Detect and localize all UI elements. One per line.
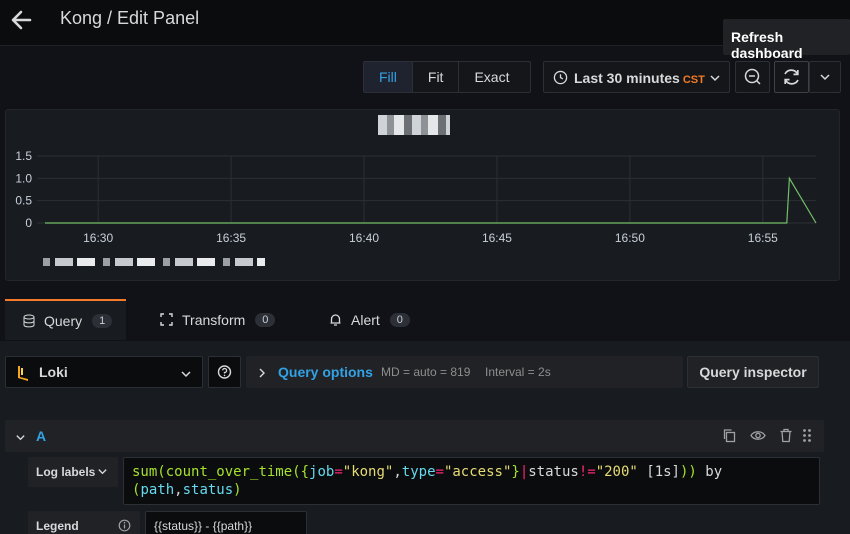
- datasource-name: Loki: [39, 364, 68, 380]
- question-circle-icon: [217, 365, 232, 379]
- y-tick-label: 0.5: [15, 194, 32, 208]
- help-button[interactable]: [208, 356, 241, 388]
- tab-alert-label: Alert: [351, 311, 380, 328]
- database-icon: [23, 314, 35, 327]
- page-title: Kong / Edit Panel: [60, 8, 200, 28]
- tab-transform-count: 0: [255, 312, 276, 327]
- clock-icon: [553, 70, 568, 88]
- back-arrow-icon[interactable]: [8, 6, 36, 34]
- tab-query[interactable]: Query 1: [5, 299, 126, 340]
- tab-alert-count: 0: [389, 312, 410, 327]
- legend-label-text: Legend: [36, 519, 79, 533]
- timezone-label: CST: [682, 74, 705, 86]
- drag-handle-icon[interactable]: [802, 428, 812, 446]
- y-tick-label: 1.0: [15, 171, 32, 185]
- view-mode-fit[interactable]: Fit: [413, 62, 460, 92]
- tab-query-label: Query: [44, 312, 83, 329]
- view-mode-exact[interactable]: Exact: [459, 62, 524, 92]
- datasource-picker[interactable]: Loki: [5, 356, 203, 388]
- x-tick-label: 16:55: [748, 231, 778, 245]
- x-tick-label: 16:45: [482, 231, 512, 245]
- x-tick-label: 16:35: [216, 231, 246, 245]
- chevron-down-icon: [180, 367, 192, 383]
- query-ref-id: A: [36, 428, 47, 444]
- chevron-down-icon: [820, 74, 830, 81]
- tab-alert[interactable]: Alert 0: [328, 299, 410, 340]
- refresh-interval-dropdown[interactable]: [809, 61, 841, 93]
- legend-redacted: [43, 258, 265, 266]
- duplicate-query-icon[interactable]: [722, 428, 737, 446]
- legend-format-input[interactable]: {{status}} - {{path}}: [145, 511, 307, 534]
- info-icon: [118, 519, 131, 534]
- x-tick-label: 16:50: [615, 231, 645, 245]
- tab-transform[interactable]: Transform 0: [159, 299, 276, 340]
- refresh-icon: [784, 69, 799, 85]
- trash-icon[interactable]: [779, 428, 793, 446]
- chevron-right-icon: [257, 366, 267, 382]
- y-tick-label: 1.5: [15, 149, 32, 163]
- panel-preview: 0 0.5 1.0 1.5 16:30 16:35 16:40 16:45 16:50 16:55: [5, 109, 840, 281]
- interval-info: Interval = 2s: [485, 365, 551, 379]
- query-inspector-button[interactable]: Query inspector: [687, 356, 819, 388]
- chevron-down-icon: [709, 71, 721, 87]
- zoom-out-icon: [744, 68, 761, 85]
- chevron-down-icon: [97, 466, 108, 480]
- x-tick-label: 16:30: [83, 231, 113, 245]
- tab-query-count: 1: [92, 313, 113, 328]
- legend-field-label: Legend: [28, 511, 140, 534]
- max-datapoints-info: MD = auto = 819: [381, 365, 471, 379]
- logql-query-editor[interactable]: sum(count_over_time({job="kong",type="ac…: [123, 457, 820, 505]
- loki-logo-icon: [15, 364, 31, 385]
- time-series-chart: 0 0.5 1.0 1.5 16:30 16:35 16:40 16:45 16:50 16:55: [15, 149, 817, 245]
- zoom-out-button[interactable]: [735, 61, 770, 93]
- tab-transform-label: Transform: [182, 311, 246, 328]
- time-range-label: Last 30 minutes: [574, 70, 680, 86]
- transform-icon: [160, 313, 173, 326]
- view-mode-fill[interactable]: Fill: [364, 62, 413, 92]
- log-labels-button[interactable]: Log labels: [28, 457, 118, 487]
- query-options-toggle[interactable]: Query options MD = auto = 819 Interval =…: [246, 356, 683, 388]
- x-tick-label: 16:40: [349, 231, 379, 245]
- panel-title-redacted: [378, 115, 450, 135]
- view-mode-group: Fill Fit Exact: [363, 61, 531, 93]
- eye-icon[interactable]: [750, 428, 766, 446]
- refresh-button[interactable]: [774, 61, 809, 93]
- refresh-tooltip: Refresh dashboard: [723, 19, 850, 61]
- query-tabs: Query 1 Transform 0 Alert 0: [0, 297, 850, 340]
- bell-icon: [330, 314, 341, 326]
- time-range-picker[interactable]: Last 30 minutes CST: [543, 61, 730, 93]
- y-tick-label: 0: [25, 216, 32, 230]
- query-row-header: A: [5, 420, 824, 452]
- query-options-label: Query options: [278, 364, 373, 380]
- collapse-chevron-icon[interactable]: [15, 430, 26, 446]
- log-labels-label: Log labels: [36, 465, 96, 479]
